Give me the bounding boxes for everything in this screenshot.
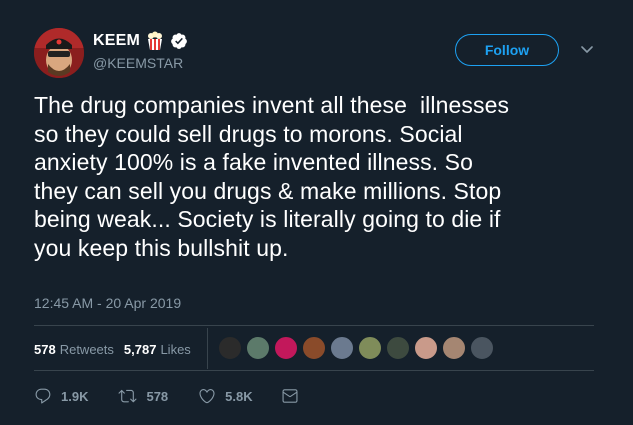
liker-avatar[interactable] <box>218 336 242 360</box>
liker-avatar[interactable] <box>330 336 354 360</box>
avatar[interactable] <box>34 28 84 78</box>
liker-avatar[interactable] <box>358 336 382 360</box>
avatar-image <box>34 28 84 78</box>
display-name[interactable]: KEEM <box>93 32 140 50</box>
liker-avatar[interactable] <box>414 336 438 360</box>
chevron-down-icon[interactable] <box>577 42 597 58</box>
tweet-line: so they could sell drugs to morons. Soci… <box>34 120 463 147</box>
divider-top <box>34 325 594 326</box>
engagement-stats: 578 Retweets 5,787 Likes <box>34 342 191 357</box>
liker-avatar[interactable] <box>470 336 494 360</box>
tweet-card: KEEM @KEEMSTAR Follow The drug companies… <box>0 0 633 425</box>
retweets-count[interactable]: 578 <box>34 342 56 357</box>
name-row: KEEM <box>93 31 188 51</box>
liker-avatar[interactable] <box>442 336 466 360</box>
tweet-line: being weak... Society is literally going… <box>34 206 501 232</box>
retweets-label[interactable]: Retweets <box>60 342 114 357</box>
tweet-line: The drug companies invent all these illn… <box>34 92 510 118</box>
action-bar: 1.9K 578 5.8K <box>34 387 299 405</box>
tweet-line: you keep this bullshit up. <box>34 234 289 261</box>
popcorn-icon <box>145 31 165 51</box>
liker-avatar[interactable] <box>274 336 298 360</box>
tweet-line: they can sell you drugs & make millions.… <box>34 177 502 204</box>
reply-icon <box>35 388 51 404</box>
stats-separator <box>207 328 208 369</box>
tweet-text: The drug companies invent all these illn… <box>34 91 604 262</box>
retweet-count: 578 <box>146 388 169 404</box>
follow-button[interactable]: Follow <box>455 34 559 66</box>
likes-count[interactable]: 5,787 <box>124 342 157 357</box>
reply-action[interactable]: 1.9K <box>34 387 88 405</box>
likes-label[interactable]: Likes <box>160 342 190 357</box>
retweet-icon <box>118 389 137 403</box>
liker-avatar[interactable] <box>246 336 270 360</box>
direct-message-action[interactable] <box>281 387 299 405</box>
envelope-icon <box>282 389 298 403</box>
like-action[interactable]: 5.8K <box>198 387 253 405</box>
verified-badge-icon <box>170 32 188 50</box>
tweet-line: anxiety 100% is a fake invented illness.… <box>34 149 473 175</box>
retweet-action[interactable]: 578 <box>118 387 168 405</box>
tweet-timestamp[interactable]: 12:45 AM - 20 Apr 2019 <box>34 295 181 311</box>
liker-avatar[interactable] <box>302 336 326 360</box>
likers-avatars <box>218 336 498 360</box>
divider-bottom <box>34 370 594 371</box>
liker-avatar[interactable] <box>386 336 410 360</box>
user-handle[interactable]: @KEEMSTAR <box>93 55 183 71</box>
like-count: 5.8K <box>225 388 253 404</box>
reply-count: 1.9K <box>61 388 89 404</box>
heart-icon <box>199 389 215 404</box>
